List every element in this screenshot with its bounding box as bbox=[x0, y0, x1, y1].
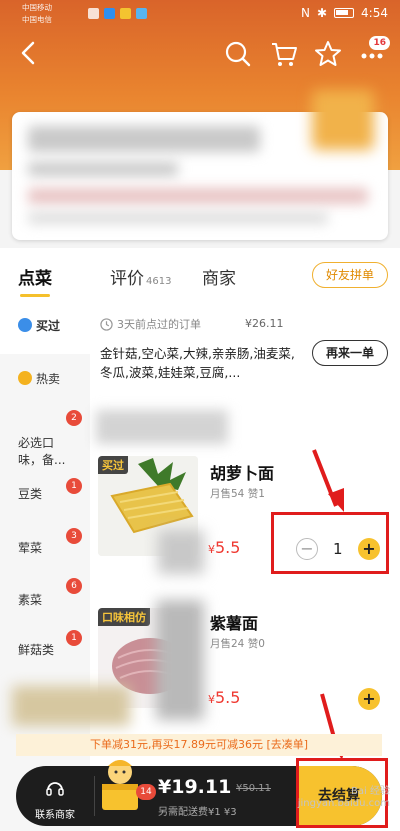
sidebar-item-label: 荤菜 bbox=[18, 541, 43, 555]
highlight-box bbox=[271, 512, 389, 574]
tab-reviews-label: 评价 bbox=[110, 269, 144, 289]
cart-mascot-icon[interactable] bbox=[92, 752, 148, 814]
tab-order-label: 点菜 bbox=[18, 269, 52, 289]
store-logo bbox=[312, 90, 374, 150]
more-badge: 16 bbox=[369, 36, 390, 50]
tab-order[interactable]: 点菜 bbox=[18, 264, 52, 289]
sidebar-badge: 1 bbox=[66, 630, 82, 646]
sidebar-item-bought[interactable]: 买过 bbox=[0, 298, 90, 354]
past-order-items: 金针菇,空心菜,大辣,亲亲肠,油麦菜,冬瓜,波菜,娃娃菜,豆腐,... bbox=[100, 346, 295, 380]
currency-symbol: ¥ bbox=[208, 693, 215, 706]
sidebar-item-label: 鲜菇类 bbox=[18, 643, 55, 657]
tab-bar: 点菜 评价 4613 商家 好友拼单 bbox=[0, 248, 400, 298]
store-name-blurred bbox=[28, 126, 260, 152]
price-value: 5.5 bbox=[215, 538, 241, 557]
contact-merchant-button[interactable]: 联系商家 bbox=[18, 766, 92, 826]
group-order-button[interactable]: 好友拼单 bbox=[312, 262, 388, 288]
store-rating-blurred bbox=[28, 162, 178, 176]
sidebar-item-label: 买过 bbox=[36, 319, 61, 333]
alipay-icon bbox=[104, 8, 115, 19]
review-count: 4613 bbox=[146, 276, 172, 287]
cart-icon[interactable] bbox=[270, 40, 298, 68]
annotation-arrow-icon bbox=[312, 449, 344, 512]
clock: 4:54 bbox=[361, 6, 388, 20]
blurred-region bbox=[12, 686, 130, 726]
sidebar-badge: 6 bbox=[66, 578, 82, 594]
tab-merchant[interactable]: 商家 bbox=[202, 264, 236, 289]
signal-icon bbox=[88, 8, 99, 19]
reorder-button[interactable]: 再来一单 bbox=[312, 340, 388, 366]
sidebar-item-label: 热卖 bbox=[36, 372, 61, 386]
cart-original-price: ¥50.11 bbox=[236, 783, 271, 794]
carrier-1: 中国移动 bbox=[22, 3, 52, 12]
past-order-when: 3天前点过的订单 bbox=[117, 318, 201, 331]
past-order-price: ¥26.11 bbox=[245, 317, 284, 330]
sidebar-item-label: 素菜 bbox=[18, 593, 43, 607]
past-order-meta: 3天前点过的订单 bbox=[100, 316, 201, 332]
sidebar-badge: 1 bbox=[66, 478, 82, 494]
store-notice-blurred bbox=[28, 212, 328, 224]
bluetooth-icon: ✱ bbox=[316, 6, 328, 20]
carrier-info: 中国移动 中国电信 bbox=[22, 2, 52, 26]
tab-reviews[interactable]: 评价 4613 bbox=[110, 264, 171, 289]
nfc-icon: N bbox=[301, 6, 310, 20]
category-title-blurred bbox=[96, 410, 228, 444]
carrier-2: 中国电信 bbox=[22, 15, 52, 24]
food-monthly-sales: 月售24 bbox=[210, 638, 245, 650]
tab-merchant-label: 商家 bbox=[202, 269, 236, 289]
sidebar-item-label: 豆类 bbox=[18, 487, 43, 501]
image-icon bbox=[136, 8, 147, 19]
food-price: ¥5.5 bbox=[208, 688, 240, 707]
price-value: 5.5 bbox=[215, 688, 241, 707]
food-likes: 赞0 bbox=[247, 638, 265, 650]
battery-icon bbox=[334, 8, 355, 18]
status-right: N ✱ 4:54 bbox=[301, 6, 388, 20]
blurred-region bbox=[158, 530, 204, 574]
food-tag: 买过 bbox=[98, 456, 128, 474]
cart-total: ¥19.11 bbox=[158, 776, 232, 798]
food-sales: 月售24 赞0 bbox=[210, 636, 265, 651]
watermark: Bai 经验 jingyan.baidu.com bbox=[297, 786, 390, 809]
favorite-star-icon[interactable] bbox=[314, 40, 342, 68]
add-to-cart-button[interactable]: + bbox=[358, 688, 380, 710]
back-icon[interactable] bbox=[14, 38, 42, 68]
delivery-fee: 另需配送费¥1 ¥3 bbox=[158, 807, 237, 818]
blurred-region bbox=[156, 600, 204, 720]
sidebar-item-hot[interactable]: 热卖 bbox=[0, 354, 90, 404]
headset-icon bbox=[46, 782, 64, 796]
flame-icon bbox=[18, 371, 32, 385]
clock-icon bbox=[100, 317, 113, 331]
food-name[interactable]: 胡萝卜面 bbox=[210, 460, 274, 484]
chat-icon bbox=[120, 8, 131, 19]
status-bar: 中国移动 中国电信 N ✱ 4:54 bbox=[0, 0, 400, 30]
promo-banner[interactable]: 下单减31元,再买17.89元可减36元 [去凑单] bbox=[16, 734, 382, 756]
active-tab-indicator bbox=[20, 294, 50, 297]
contact-label: 联系商家 bbox=[35, 810, 75, 821]
sidebar-badge: 2 bbox=[66, 410, 82, 426]
food-sales: 月售54 赞1 bbox=[210, 486, 265, 501]
sidebar-item-label: 必选口 味，备... bbox=[18, 436, 66, 467]
search-icon[interactable] bbox=[224, 40, 252, 68]
food-price: ¥5.5 bbox=[208, 538, 240, 557]
currency-symbol: ¥ bbox=[208, 543, 215, 556]
person-icon bbox=[18, 318, 32, 332]
nav-bar: 16 bbox=[0, 36, 400, 72]
food-tag: 口味相仿 bbox=[98, 608, 150, 626]
sidebar-badge: 3 bbox=[66, 528, 82, 544]
cart-count-badge: 14 bbox=[136, 784, 156, 800]
store-promo-blurred bbox=[28, 188, 368, 204]
food-likes: 赞1 bbox=[247, 488, 265, 500]
food-name[interactable]: 紫薯面 bbox=[210, 610, 258, 634]
food-monthly-sales: 月售54 bbox=[210, 488, 245, 500]
notification-icons bbox=[88, 8, 147, 19]
